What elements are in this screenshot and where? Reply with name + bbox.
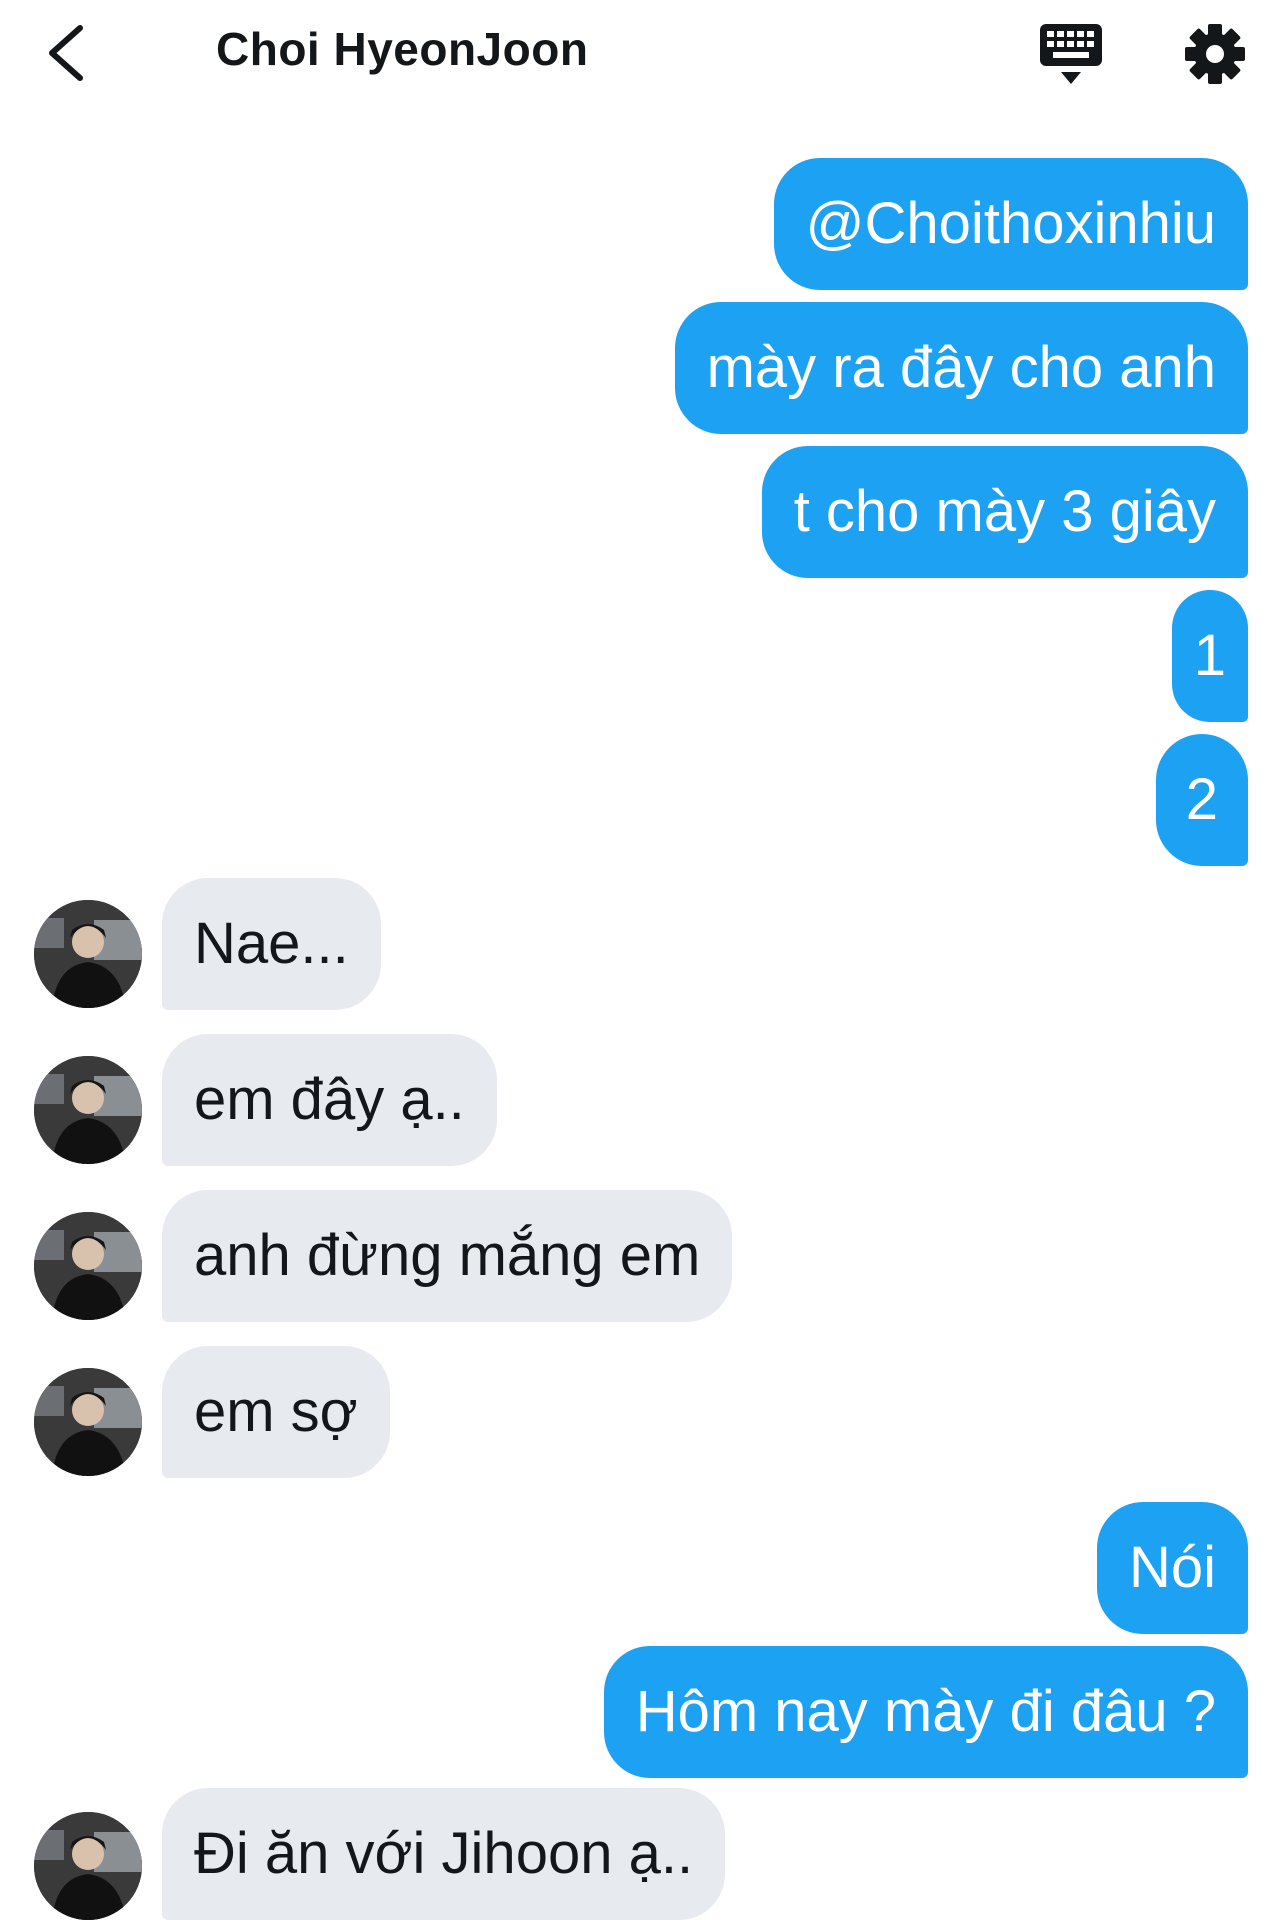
keyboard-button[interactable] [1036, 22, 1106, 88]
avatar[interactable] [34, 1056, 142, 1164]
back-button[interactable] [38, 18, 98, 88]
avatar[interactable] [34, 1212, 142, 1320]
profile-photo-icon [34, 1056, 142, 1164]
conversation-title[interactable]: Choi HyeonJoon [216, 22, 588, 76]
message-bubble-sent[interactable]: Hôm nay mày đi đâu ? [603, 1646, 1248, 1778]
profile-photo-icon [34, 1812, 142, 1920]
gear-icon [1185, 24, 1245, 84]
message-bubble-received[interactable]: em đây ạ.. [162, 1034, 497, 1166]
settings-button[interactable] [1183, 22, 1247, 86]
message-bubble-received[interactable]: em sợ [162, 1346, 390, 1478]
message-bubble-sent[interactable]: mày ra đây cho anh [674, 302, 1248, 434]
message-bubble-received[interactable]: Đi ăn với Jihoon ạ.. [162, 1788, 726, 1920]
avatar[interactable] [34, 1368, 142, 1476]
message-bubble-sent[interactable]: Nói [1096, 1502, 1248, 1634]
profile-photo-icon [34, 1212, 142, 1320]
keyboard-icon [1040, 24, 1102, 84]
avatar[interactable] [34, 900, 142, 1008]
message-bubble-sent[interactable]: t cho mày 3 giây [761, 446, 1248, 578]
message-bubble-sent[interactable]: @Choithoxinhiu [773, 158, 1248, 290]
chevron-left-icon [49, 25, 83, 81]
message-bubble-received[interactable]: anh đừng mắng em [162, 1190, 733, 1322]
conversation-header: Choi HyeonJoon [0, 0, 1282, 110]
message-bubble-sent[interactable]: 2 [1155, 734, 1248, 866]
message-bubble-received[interactable]: Nae... [162, 878, 381, 1010]
message-bubble-sent[interactable]: 1 [1171, 590, 1248, 722]
dm-conversation-screen: Choi HyeonJoon @Choithoxinhiu mày ra đây… [0, 0, 1282, 1920]
profile-photo-icon [34, 900, 142, 1008]
avatar[interactable] [34, 1812, 142, 1920]
profile-photo-icon [34, 1368, 142, 1476]
